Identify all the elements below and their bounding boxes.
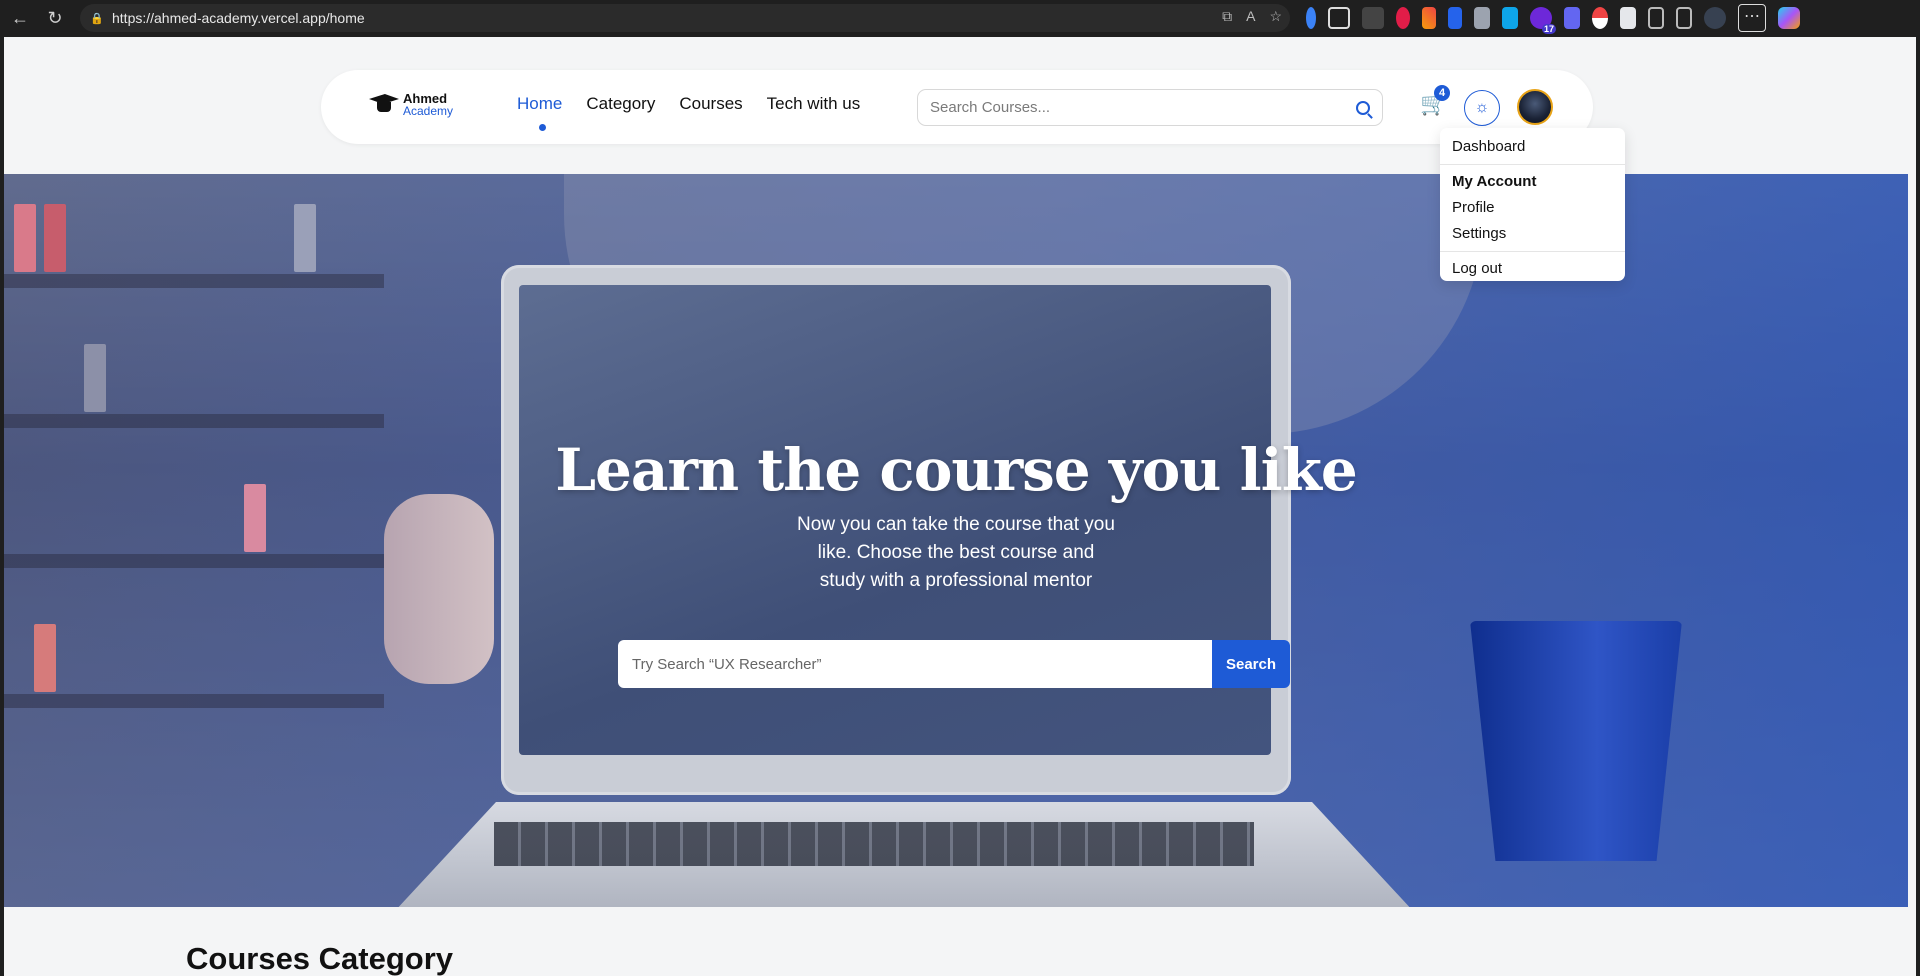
theme-toggle-sun-icon[interactable]: ☼	[1464, 90, 1500, 126]
menu-item-dashboard[interactable]: Dashboard	[1440, 134, 1625, 160]
hand-image	[384, 494, 494, 684]
cart-icon[interactable]: 🛒 4	[1420, 85, 1450, 117]
course-search-box	[917, 89, 1383, 126]
extension-check-icon[interactable]	[1620, 7, 1636, 29]
bookshelf	[4, 554, 384, 568]
book	[294, 204, 316, 272]
url-text: https://ahmed-academy.vercel.app/home	[112, 10, 365, 26]
copilot-icon[interactable]	[1778, 7, 1800, 29]
bookshelf	[4, 694, 384, 708]
account-dropdown-menu: Dashboard My Account Profile Settings Lo…	[1440, 128, 1625, 281]
extension-red-icon[interactable]	[1396, 7, 1410, 29]
graduation-cap-icon	[369, 92, 399, 118]
menu-divider	[1440, 251, 1625, 252]
lock-icon: 🔒	[90, 13, 104, 25]
extension-tab-icon[interactable]	[1328, 7, 1350, 29]
extension-camera-icon[interactable]	[1474, 7, 1490, 29]
hero-search-bar: Search	[618, 640, 1290, 688]
course-search-input[interactable]	[930, 99, 1356, 116]
user-avatar[interactable]	[1517, 89, 1553, 125]
nav-link-category[interactable]: Category	[586, 94, 655, 114]
browser-profile-avatar[interactable]	[1704, 7, 1726, 29]
hero-title: Learn the course you like	[555, 436, 1358, 504]
hero-search-button[interactable]: Search	[1212, 640, 1290, 688]
read-aloud-icon[interactable]: A	[1246, 8, 1255, 25]
address-bar[interactable]: 🔒 https://ahmed-academy.vercel.app/home …	[80, 4, 1290, 32]
nav-link-tech-with-us[interactable]: Tech with us	[767, 94, 861, 114]
menu-item-settings[interactable]: Settings	[1440, 221, 1625, 247]
book	[34, 624, 56, 692]
reload-icon[interactable]: ↻	[40, 3, 70, 33]
extension-pen-icon[interactable]	[1422, 7, 1436, 29]
menu-divider	[1440, 164, 1625, 165]
page: Learn the course you like Now you can ta…	[4, 37, 1916, 976]
favorites-icon[interactable]	[1676, 7, 1692, 29]
nav-links: Home Category Courses Tech with us	[517, 94, 861, 131]
settings-more-icon[interactable]: ⋯	[1738, 4, 1766, 32]
extension-gear-icon[interactable]	[1564, 7, 1580, 29]
extension-doc-icon[interactable]	[1448, 7, 1462, 29]
extension-f-icon[interactable]	[1502, 7, 1518, 29]
back-icon[interactable]: ←	[5, 3, 35, 33]
menu-header-my-account: My Account	[1452, 173, 1537, 190]
top-navbar: Ahmed Academy Home Category Courses Tech…	[321, 70, 1593, 144]
nav-link-courses[interactable]: Courses	[679, 94, 742, 114]
book	[14, 204, 36, 272]
book	[44, 204, 66, 272]
extensions-puzzle-icon[interactable]	[1648, 7, 1664, 29]
menu-item-profile[interactable]: Profile	[1440, 195, 1625, 221]
search-icon[interactable]	[1356, 100, 1370, 115]
bookshelf	[4, 414, 384, 428]
extension-counter-icon[interactable]: 17	[1530, 7, 1556, 34]
academy-logo[interactable]: Ahmed Academy	[369, 92, 453, 118]
extension-pin-icon[interactable]	[1306, 7, 1316, 29]
hero-section: Learn the course you like Now you can ta…	[4, 174, 1908, 907]
book	[84, 344, 106, 412]
courses-category-heading: Courses Category	[186, 941, 454, 976]
bookshelf	[4, 274, 384, 288]
favorite-star-icon[interactable]: ☆	[1269, 8, 1282, 25]
logo-line-2: Academy	[403, 104, 454, 118]
extension-pokeball-icon[interactable]	[1592, 7, 1608, 29]
menu-item-logout[interactable]: Log out	[1440, 256, 1625, 282]
hero-subtitle: Now you can take the course that you lik…	[797, 514, 1115, 591]
nav-link-home[interactable]: Home	[517, 94, 562, 131]
browser-toolbar: ← ↻ 🔒 https://ahmed-academy.vercel.app/h…	[0, 0, 1920, 37]
extension-window-icon[interactable]	[1362, 7, 1384, 29]
coffee-cup-image	[1470, 621, 1682, 861]
cart-count-badge: 4	[1434, 85, 1450, 101]
extension-badge: 17	[1541, 24, 1556, 34]
keyboard-keys	[494, 822, 1254, 866]
hero-search-input[interactable]	[618, 640, 1212, 688]
open-in-app-icon[interactable]: ⧉	[1222, 8, 1232, 25]
